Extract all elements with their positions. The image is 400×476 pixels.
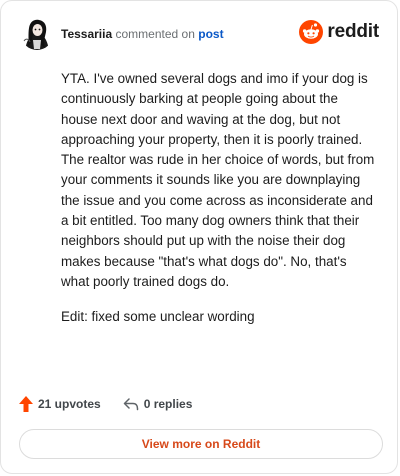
reply-button[interactable]: 0 replies xyxy=(123,397,193,411)
avatar[interactable] xyxy=(21,18,53,50)
action-text: commented on xyxy=(115,27,195,41)
comment-header: Tessariia commented on post reddit xyxy=(21,17,379,51)
post-link[interactable]: post xyxy=(198,27,223,41)
reddit-wordmark: reddit xyxy=(327,21,379,42)
byline: Tessariia commented on post xyxy=(61,26,224,42)
username-link[interactable]: Tessariia xyxy=(61,27,112,41)
reddit-logo[interactable]: reddit xyxy=(299,20,379,44)
reply-arrow-icon xyxy=(123,398,138,411)
comment-text: YTA. I've owned several dogs and imo if … xyxy=(61,71,375,289)
upvote-count: 21 upvotes xyxy=(38,397,101,411)
comment-edit-note: Edit: fixed some unclear wording xyxy=(61,309,255,325)
comment-body: YTA. I've owned several dogs and imo if … xyxy=(61,69,377,328)
embedded-comment-card: Tessariia commented on post reddit YTA. … xyxy=(0,0,398,474)
comment-actions: 21 upvotes 0 replies xyxy=(19,394,192,414)
view-more-button[interactable]: View more on Reddit xyxy=(19,429,383,459)
reply-count: 0 replies xyxy=(143,397,193,411)
upvote-button[interactable]: 21 upvotes xyxy=(19,396,101,412)
reddit-logo-icon xyxy=(299,20,324,44)
upvote-arrow-icon xyxy=(19,396,33,412)
